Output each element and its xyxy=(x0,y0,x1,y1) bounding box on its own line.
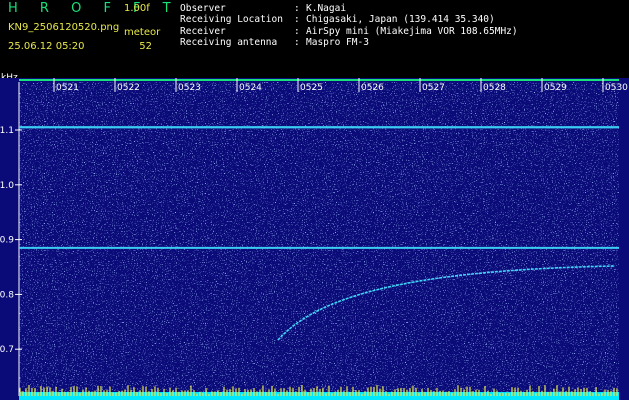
time-label: 0530 xyxy=(605,83,628,93)
info-value: K.Nagai xyxy=(306,3,347,14)
meteor-label: meteor xyxy=(124,27,161,38)
y-tick-label: 0.7 xyxy=(0,345,14,355)
time-label: 0528 xyxy=(483,83,506,93)
y-tick-label: 1.1 xyxy=(0,126,14,136)
info-row: Receiver: AirSpy mini (Miakejima VOR 108.… xyxy=(180,26,518,37)
info-key: Observer xyxy=(180,3,226,14)
time-label: 0526 xyxy=(361,83,384,93)
station-info: Observer: K.Nagai Receiving Location: Chig… xyxy=(180,3,518,49)
frequency-axis: 1.11.00.90.80.70.6 xyxy=(0,82,22,396)
time-label: 0521 xyxy=(56,83,79,93)
app-version: 1.00f xyxy=(124,3,150,14)
info-key: Receiver xyxy=(180,25,226,37)
info-colon: : xyxy=(294,37,300,49)
file-name: KN9_2506120520.png xyxy=(8,22,120,33)
time-label: 0525 xyxy=(300,83,323,93)
meteor-count: 52 xyxy=(139,41,152,52)
time-label: 0522 xyxy=(117,83,140,93)
info-key: Receiving antenna xyxy=(180,37,278,49)
spectrogram-noise xyxy=(19,82,619,396)
time-label: 0523 xyxy=(178,83,201,93)
info-value: Chigasaki, Japan (139.414 35.340) xyxy=(306,14,495,26)
time-label: 0527 xyxy=(422,83,445,93)
time-label: 0524 xyxy=(239,83,262,93)
y-tick-label: 0.9 xyxy=(0,236,14,246)
info-value: Maspro FM-3 xyxy=(306,37,369,49)
time-strip xyxy=(19,79,619,81)
info-row: Receiving Location: Chigasaki, Japan (139… xyxy=(180,14,518,25)
info-row: Observer: K.Nagai xyxy=(180,3,518,14)
info-key: Receiving Location xyxy=(180,14,283,26)
y-tick-label: 0.8 xyxy=(0,290,14,300)
baseline-band xyxy=(19,392,619,400)
header-panel: H R O F F T 1.00f KN9_2506120520.png met… xyxy=(0,0,629,78)
y-tick-label: 1.0 xyxy=(0,181,14,191)
info-colon: : xyxy=(294,3,300,14)
info-colon: : xyxy=(294,14,300,26)
info-value: AirSpy mini (Miakejima VOR 108.65MHz) xyxy=(306,25,518,37)
info-row: Receiving antenna: Maspro FM-3 xyxy=(180,37,518,48)
spectrogram: 0521 0522 0523 0524 0525 0526 0527 0528 0529 0530… xyxy=(0,78,629,400)
app-name: H R O F F T xyxy=(8,1,180,16)
info-colon: : xyxy=(294,25,300,37)
capture-datetime: 25.06.12 05:20 xyxy=(8,41,85,52)
time-label: 0529 xyxy=(544,83,567,93)
